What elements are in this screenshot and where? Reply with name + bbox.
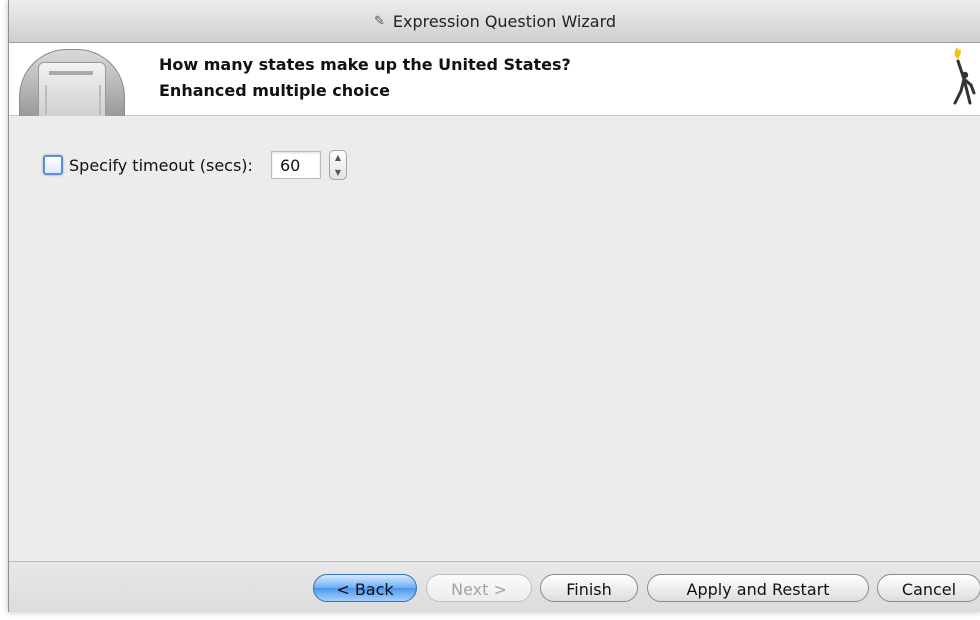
apply-and-restart-button[interactable]: Apply and Restart [647, 574, 869, 602]
window-title: Expression Question Wizard [392, 11, 617, 31]
wizard-window: ✎ Expression Question Wizard How many st… [8, 0, 980, 612]
title-bar[interactable]: ✎ Expression Question Wizard [9, 0, 980, 43]
wizard-content: Specify timeout (secs): 60 ▲ ▼ [9, 116, 980, 561]
question-type-subtitle: Enhanced multiple choice [159, 81, 390, 100]
wizard-footer: < Back Next > Finish Apply and Restart C… [9, 562, 980, 612]
cancel-button[interactable]: Cancel [877, 574, 980, 602]
chevron-up-icon[interactable]: ▲ [335, 153, 341, 162]
timeout-row: Specify timeout (secs): 60 ▲ ▼ [43, 148, 347, 182]
wand-icon: ✎ [373, 13, 385, 29]
timeout-label[interactable]: Specify timeout (secs): [69, 156, 253, 175]
back-button[interactable]: < Back [313, 574, 417, 602]
timeout-input[interactable]: 60 [270, 151, 321, 179]
question-machine-icon [19, 49, 125, 116]
torch-figure-icon [953, 47, 976, 105]
timeout-checkbox[interactable] [43, 155, 63, 175]
timeout-stepper[interactable]: ▲ ▼ [328, 150, 347, 180]
chevron-down-icon[interactable]: ▼ [335, 168, 341, 177]
question-title: How many states make up the United State… [159, 55, 571, 74]
wizard-header: How many states make up the United State… [9, 43, 980, 116]
finish-button[interactable]: Finish [540, 574, 638, 602]
next-button[interactable]: Next > [426, 574, 532, 602]
